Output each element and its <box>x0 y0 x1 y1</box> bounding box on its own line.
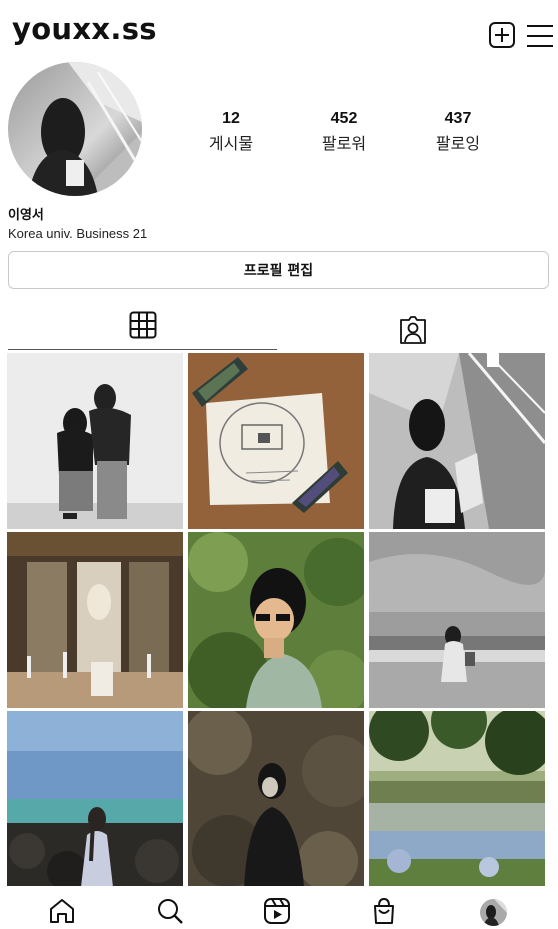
stat-followers[interactable]: 452 팔로워 <box>299 110 389 154</box>
stat-posts-label: 게시물 <box>208 134 254 153</box>
post-thumbnail-8[interactable] <box>188 711 364 887</box>
nav-search-button[interactable] <box>155 896 185 926</box>
nav-home-button[interactable] <box>47 896 77 926</box>
post-thumbnail-6[interactable] <box>369 532 545 708</box>
nav-profile-avatar[interactable] <box>480 899 507 926</box>
reels-icon <box>264 898 290 924</box>
profile-username: youxx.ss <box>12 12 157 46</box>
post-thumbnail-3[interactable] <box>369 353 545 529</box>
posts-grid <box>7 353 545 887</box>
home-icon <box>50 899 74 923</box>
stat-followers-value: 452 <box>330 110 358 127</box>
post-thumbnail-9[interactable] <box>369 711 545 887</box>
shopping-bag-icon <box>374 897 394 924</box>
stat-posts[interactable]: 12 게시물 <box>186 110 276 154</box>
post-thumbnail-4[interactable] <box>7 532 183 708</box>
stat-posts-value: 12 <box>222 110 240 127</box>
profile-bio: Korea univ. Business 21 <box>8 226 148 241</box>
create-post-button[interactable] <box>487 20 517 50</box>
profile-tabs <box>0 300 558 350</box>
avatar-icon <box>480 899 507 926</box>
hamburger-menu-icon <box>527 25 553 47</box>
post-thumbnail-7[interactable] <box>7 711 183 887</box>
stat-followers-label: 팔로워 <box>321 134 367 153</box>
menu-button[interactable] <box>524 20 554 50</box>
profile-display-name: 이영서 <box>8 208 44 223</box>
profile-header: youxx.ss <box>0 0 558 58</box>
tagged-person-icon <box>400 316 426 344</box>
post-thumbnail-2[interactable] <box>188 353 364 529</box>
grid-icon <box>129 311 156 338</box>
nav-reels-button[interactable] <box>262 896 292 926</box>
tab-tagged[interactable] <box>277 300 549 350</box>
stat-following-value: 437 <box>444 110 472 127</box>
bottom-navigation <box>0 886 558 929</box>
post-thumbnail-1[interactable] <box>7 353 183 529</box>
search-icon <box>158 899 183 924</box>
stat-following-label: 팔로잉 <box>435 134 481 153</box>
profile-avatar[interactable] <box>8 62 142 196</box>
tab-posts-grid[interactable] <box>8 300 277 350</box>
post-thumbnail-5[interactable] <box>188 532 364 708</box>
edit-profile-button[interactable]: 프로필 편집 <box>8 251 549 289</box>
plus-square-icon <box>489 22 515 48</box>
stat-following[interactable]: 437 팔로잉 <box>413 110 503 154</box>
nav-shop-button[interactable] <box>369 896 399 926</box>
